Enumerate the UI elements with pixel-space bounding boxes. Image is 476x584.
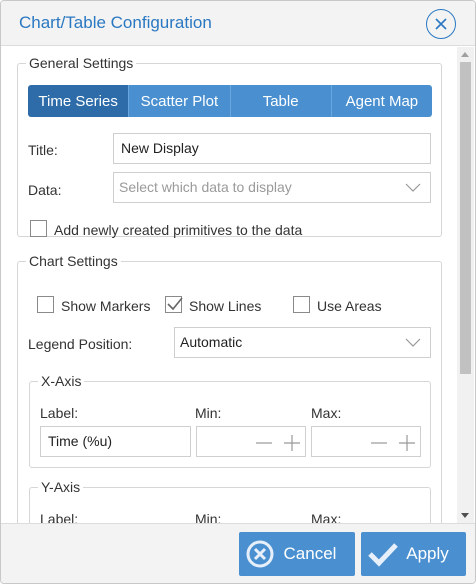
y-axis-max-label: Max:: [311, 511, 342, 523]
apply-button[interactable]: Apply: [361, 532, 466, 576]
tab-time-series[interactable]: Time Series: [28, 85, 130, 117]
y-axis-group: Y-Axis Label: Min: Max:: [29, 479, 431, 523]
chevron-down-icon: [405, 183, 421, 192]
legend-position-value: Automatic: [180, 334, 243, 350]
general-settings-group: General Settings Time Series Scatter Plo…: [17, 55, 442, 238]
vertical-scrollbar[interactable]: [457, 47, 474, 523]
dialog-title: Chart/Table Configuration: [19, 13, 212, 32]
tab-scatter-plot[interactable]: Scatter Plot: [129, 85, 231, 117]
close-icon[interactable]: [426, 9, 456, 39]
x-axis-min-label: Min:: [195, 405, 222, 421]
use-areas-checkbox[interactable]: [293, 296, 310, 313]
data-label: Data:: [28, 182, 62, 198]
tab-agent-map[interactable]: Agent Map: [331, 85, 432, 117]
chart-settings-legend: Chart Settings: [29, 253, 118, 269]
add-primitives-checkbox[interactable]: [30, 220, 47, 237]
x-axis-label-input[interactable]: Time (%u): [40, 426, 191, 457]
data-select-placeholder: Select which data to display: [119, 179, 292, 195]
apply-button-label: Apply: [406, 544, 449, 563]
data-select[interactable]: Select which data to display: [113, 172, 431, 203]
chart-settings-group: Chart Settings Show Markers Show Lines U…: [17, 253, 442, 523]
tab-table[interactable]: Table: [230, 85, 332, 117]
dialog-content: General Settings Time Series Scatter Plo…: [1, 47, 475, 523]
y-axis-label-label: Label:: [40, 511, 79, 523]
x-axis-group: X-Axis Label: Min: Max: Time (%u): [29, 373, 431, 468]
x-axis-max-label: Max:: [311, 405, 342, 421]
y-axis-legend: Y-Axis: [41, 479, 81, 495]
display-type-tabs: Time Series Scatter Plot Table Agent Map: [28, 85, 432, 117]
plus-icon[interactable]: [398, 434, 416, 452]
x-axis-min-stepper[interactable]: [196, 426, 306, 457]
chevron-down-icon: [405, 338, 421, 347]
cancel-button-label: Cancel: [283, 544, 337, 563]
general-settings-legend: General Settings: [29, 55, 134, 71]
add-primitives-label: Add newly created primitives to the data: [54, 222, 303, 238]
cancel-button[interactable]: Cancel: [239, 532, 355, 576]
scrollbar-thumb[interactable]: [460, 62, 471, 374]
minus-icon[interactable]: [370, 434, 388, 452]
y-axis-min-label: Min:: [195, 511, 222, 523]
show-markers-checkbox[interactable]: [37, 296, 54, 313]
x-axis-label-label: Label:: [40, 405, 79, 421]
title-label: Title:: [28, 142, 58, 158]
dialog-header: Chart/Table Configuration: [1, 1, 475, 46]
legend-position-label: Legend Position:: [28, 336, 133, 352]
use-areas-label: Use Areas: [317, 298, 382, 314]
x-axis-max-stepper[interactable]: [311, 426, 421, 457]
configuration-dialog: Chart/Table Configuration General Settin…: [0, 0, 476, 584]
dialog-footer: Cancel Apply: [1, 523, 475, 583]
show-lines-checkbox[interactable]: [165, 296, 183, 313]
scroll-down-arrow-icon[interactable]: [461, 513, 469, 518]
checkmark-icon: [167, 297, 183, 311]
title-input[interactable]: New Display: [113, 133, 431, 164]
scroll-up-arrow-icon[interactable]: [461, 52, 469, 57]
minus-icon[interactable]: [255, 434, 273, 452]
legend-position-select[interactable]: Automatic: [174, 327, 431, 358]
plus-icon[interactable]: [283, 434, 301, 452]
show-markers-label: Show Markers: [61, 298, 151, 314]
x-axis-legend: X-Axis: [41, 373, 82, 389]
show-lines-label: Show Lines: [189, 298, 262, 314]
